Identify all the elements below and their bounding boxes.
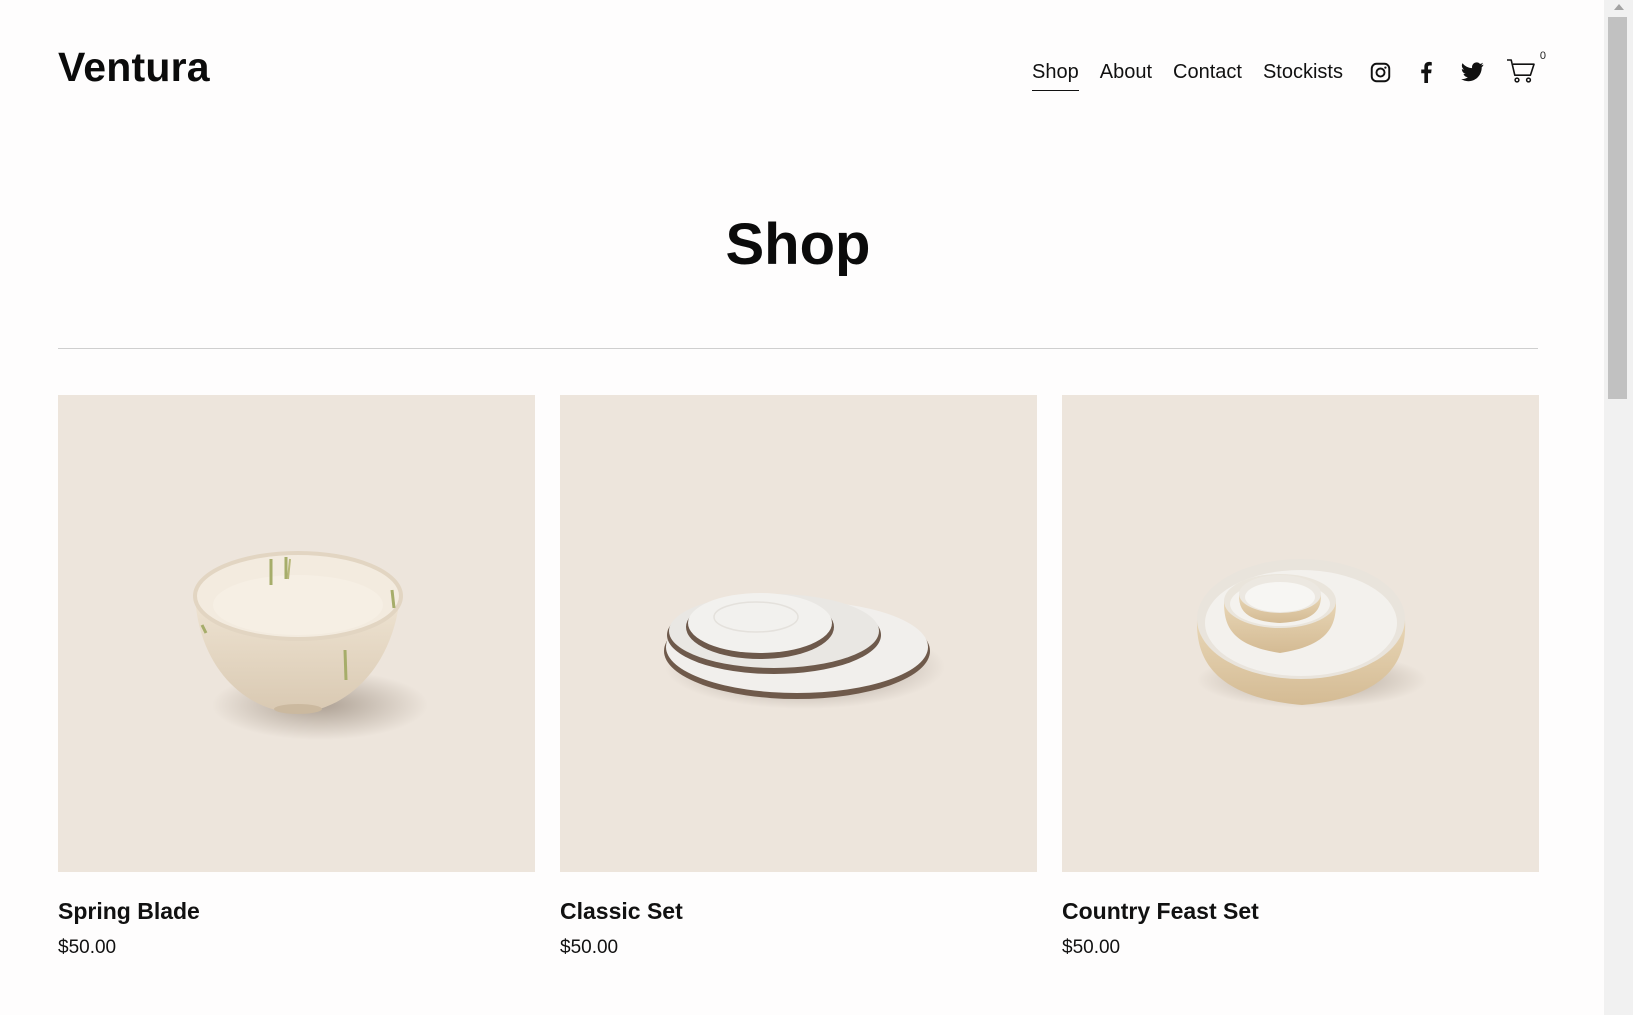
main-nav: Shop About Contact Stockists 0 bbox=[1032, 50, 1546, 91]
nav-link-contact[interactable]: Contact bbox=[1173, 56, 1242, 88]
vertical-scrollbar[interactable] bbox=[1604, 0, 1633, 1015]
product-card-classic-set[interactable]: Classic Set $50.00 bbox=[560, 395, 1037, 959]
cart-button[interactable]: 0 bbox=[1506, 50, 1546, 86]
product-image[interactable] bbox=[560, 395, 1037, 872]
product-image[interactable] bbox=[1062, 395, 1539, 872]
scroll-up-arrow-icon[interactable] bbox=[1614, 4, 1624, 10]
instagram-icon[interactable] bbox=[1368, 60, 1392, 84]
divider bbox=[58, 348, 1538, 349]
page: Ventura Shop About Contact Stockists 0 S… bbox=[0, 0, 1604, 1015]
site-logo[interactable]: Ventura bbox=[58, 44, 210, 91]
nav-link-stockists[interactable]: Stockists bbox=[1263, 56, 1343, 88]
cart-icon bbox=[1507, 59, 1535, 83]
nested-bowls-illustration bbox=[1196, 559, 1427, 708]
plates-illustration bbox=[664, 593, 945, 709]
nav-link-shop[interactable]: Shop bbox=[1032, 56, 1079, 91]
product-name[interactable]: Country Feast Set bbox=[1062, 898, 1539, 925]
product-image[interactable] bbox=[58, 395, 535, 872]
product-name[interactable]: Classic Set bbox=[560, 898, 1037, 925]
product-card-country-feast-set[interactable]: Country Feast Set $50.00 bbox=[1062, 395, 1539, 959]
product-card-spring-blade[interactable]: Spring Blade $50.00 bbox=[58, 395, 535, 959]
product-price: $50.00 bbox=[58, 937, 117, 958]
scrollbar-thumb[interactable] bbox=[1608, 17, 1627, 399]
twitter-icon[interactable] bbox=[1460, 60, 1484, 84]
product-price: $50.00 bbox=[1062, 937, 1121, 958]
product-name[interactable]: Spring Blade bbox=[58, 898, 535, 925]
product-price: $50.00 bbox=[560, 937, 619, 958]
facebook-icon[interactable] bbox=[1414, 60, 1438, 84]
cart-count-badge: 0 bbox=[1539, 50, 1546, 62]
page-title: Shop bbox=[725, 212, 871, 277]
bowl-illustration bbox=[193, 551, 428, 740]
nav-link-about[interactable]: About bbox=[1100, 56, 1152, 88]
